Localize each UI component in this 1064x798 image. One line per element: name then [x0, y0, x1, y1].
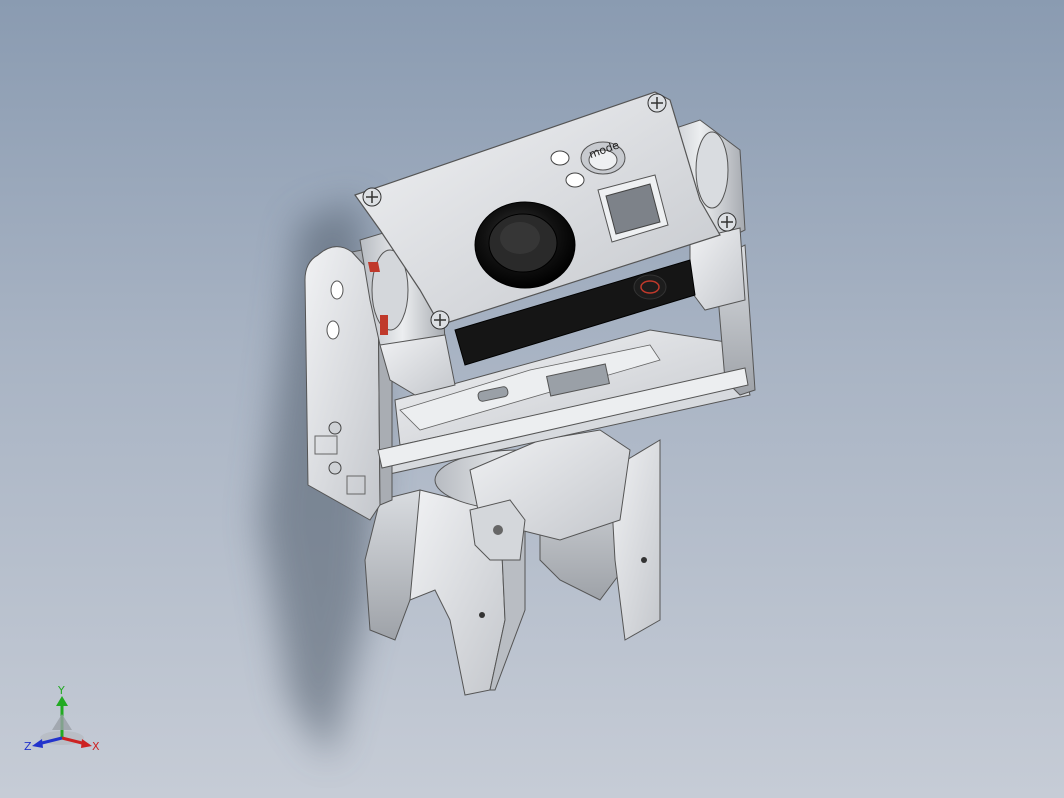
- camera-screw-top-right: [647, 93, 667, 113]
- triad-cone: [52, 714, 72, 730]
- bearing-left-red-2: [380, 315, 388, 335]
- gimbal-camera-assembly[interactable]: mode: [0, 0, 1064, 798]
- base-pivot-hole: [493, 525, 503, 535]
- camera-screw-top-left: [362, 187, 382, 207]
- bearing-right-ring: [695, 131, 729, 209]
- camera-record-led: [633, 274, 667, 300]
- base-hole-rear: [641, 557, 647, 563]
- triad-y-label: Y: [57, 684, 65, 697]
- bearing-left-red: [368, 262, 380, 272]
- camera-screw-bottom-right: [717, 212, 737, 232]
- triad-z-label: Z: [24, 740, 32, 753]
- cad-viewport[interactable]: mode Y X Z: [0, 0, 1064, 798]
- triad-z-arrowhead: [32, 739, 43, 748]
- triad-y-arrowhead: [56, 696, 68, 706]
- left-plate-slot-1: [330, 280, 344, 300]
- mic-hole-1: [550, 150, 570, 166]
- triad-x-arrowhead: [81, 739, 92, 748]
- mic-hole-2: [565, 172, 585, 188]
- triad-x-label: X: [92, 740, 100, 753]
- left-plate-screw-2: [328, 461, 342, 475]
- lens-inner: [500, 222, 540, 254]
- camera-lens[interactable]: [474, 201, 576, 289]
- left-plate-slot-2: [326, 320, 340, 340]
- camera-screw-bottom-left: [430, 310, 450, 330]
- base-hole-front: [479, 612, 485, 618]
- orientation-triad: Y X Z: [24, 684, 100, 753]
- left-plate-screw-1: [328, 421, 342, 435]
